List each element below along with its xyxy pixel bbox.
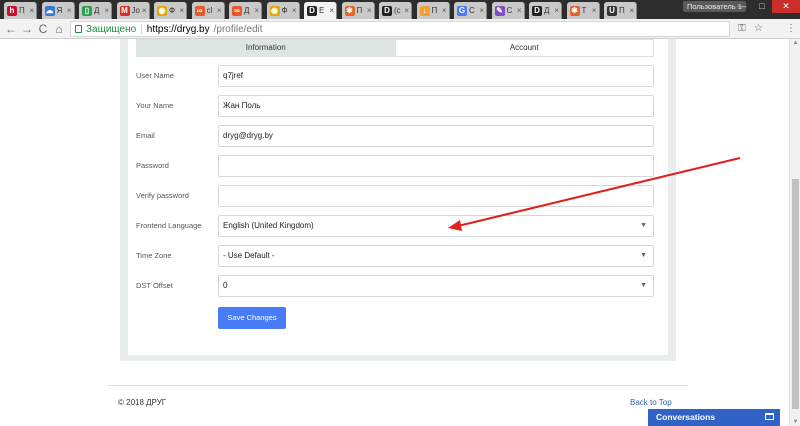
annotation-arrow-line: [457, 157, 741, 227]
annotation-arrow-head: [448, 220, 462, 231]
annotation-arrow: [448, 157, 741, 231]
